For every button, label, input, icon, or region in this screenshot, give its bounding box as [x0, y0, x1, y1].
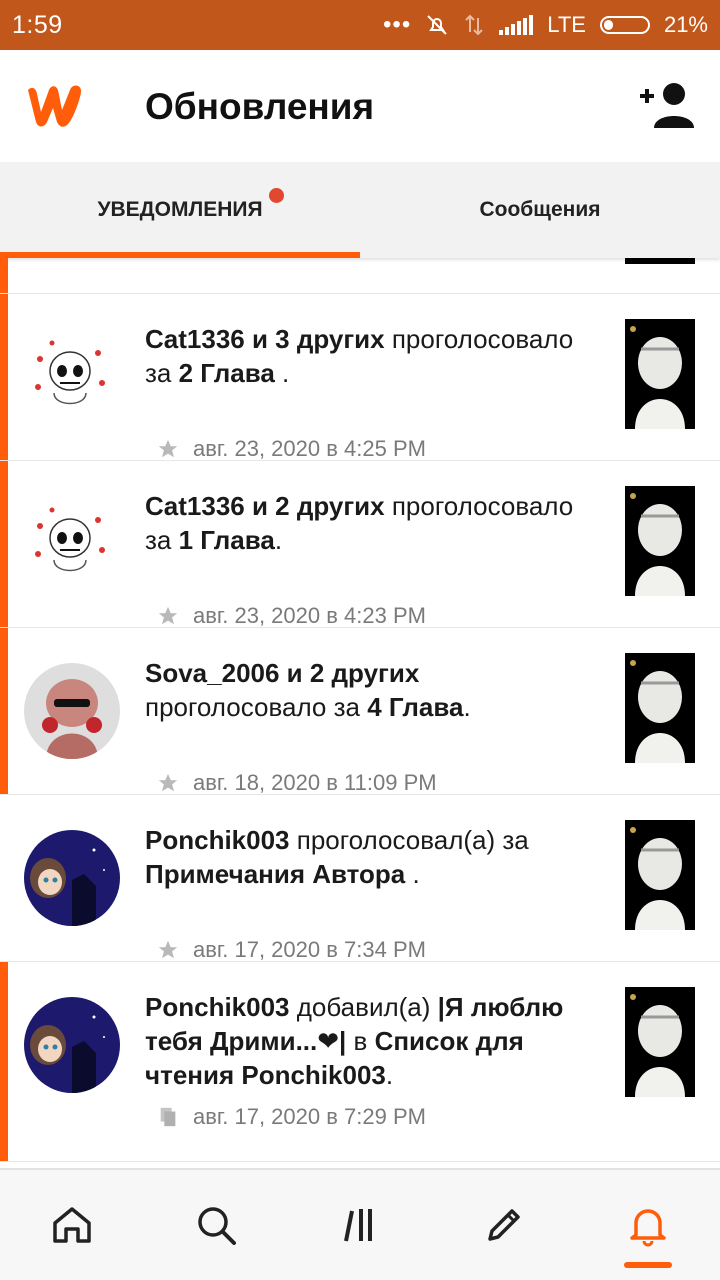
unread-indicator: [0, 628, 8, 794]
notification-meta: авг. 23, 2020 в 4:25 PM: [157, 436, 426, 462]
list-item[interactable]: Ponchik003 добавил(а) |Я люблю тебя Дрим…: [0, 962, 720, 1162]
story-cover[interactable]: [625, 653, 695, 763]
tab-notifications[interactable]: УВЕДОМЛЕНИЯ: [0, 162, 360, 258]
notification-text: Cat1336 и 2 других проголосовало за 1 Гл…: [145, 491, 574, 555]
add-user-icon[interactable]: [638, 80, 698, 130]
tab-label: Сообщения: [479, 198, 601, 221]
network-type: LTE: [547, 12, 586, 37]
battery-percent: 21%: [663, 12, 708, 37]
app-header: Обновления: [0, 50, 720, 162]
avatar[interactable]: [24, 329, 120, 425]
star-icon: [158, 606, 178, 625]
story-cover[interactable]: [625, 820, 695, 930]
notification-text: Cat1336 и 3 других проголосовало за 2 Гл…: [145, 324, 574, 388]
star-icon: [158, 773, 178, 792]
list-item[interactable]: Sova_2006 и 2 других проголосовало за 4 …: [0, 628, 720, 795]
tab-messages[interactable]: Сообщения: [360, 162, 720, 258]
unread-indicator: [0, 461, 8, 627]
unread-dot: [269, 188, 284, 203]
avatar[interactable]: [24, 830, 120, 926]
muted-bell-icon: [427, 15, 447, 35]
bell-icon: [630, 1209, 666, 1247]
nav-write[interactable]: [432, 1170, 576, 1280]
avatar[interactable]: [24, 496, 120, 592]
avatar[interactable]: [24, 997, 120, 1093]
story-cover[interactable]: [625, 486, 695, 596]
notification-time: авг. 23, 2020 в 4:23 PM: [193, 603, 426, 628]
bottom-nav: [0, 1168, 720, 1280]
reading-list-icon: [160, 1107, 176, 1127]
battery-icon: [599, 16, 650, 34]
wattpad-logo-icon[interactable]: [22, 78, 90, 130]
data-arrows-icon: [465, 14, 483, 36]
list-item[interactable]: Cat1336 и 3 других проголосовало за 2 Гл…: [0, 294, 720, 461]
notification-time: авг. 23, 2020 в 4:25 PM: [193, 436, 426, 461]
nav-home[interactable]: [0, 1170, 144, 1280]
notification-time: авг. 17, 2020 в 7:34 PM: [193, 937, 426, 962]
library-icon: [344, 1209, 372, 1242]
status-bar: 1:59 ••• LTE 21%: [0, 0, 720, 50]
nav-notifications[interactable]: [576, 1170, 720, 1280]
notification-list[interactable]: Cat1336 и 3 других проголосовало за 2 Гл…: [0, 258, 720, 1168]
search-icon: [198, 1207, 236, 1245]
story-cover[interactable]: [625, 987, 695, 1097]
notification-text: Sova_2006 и 2 других проголосовало за 4 …: [145, 658, 471, 722]
list-item[interactable]: Ponchik003 проголосовал(а) за Примечания…: [0, 795, 720, 962]
story-cover: [625, 258, 695, 264]
signal-icon: [499, 15, 534, 35]
nav-library[interactable]: [288, 1170, 432, 1280]
pencil-icon: [488, 1209, 520, 1241]
notification-meta: авг. 23, 2020 в 4:23 PM: [157, 603, 426, 629]
notification-text: Ponchik003 добавил(а) |Я люблю тебя Дрим…: [145, 992, 564, 1090]
tab-bar: УВЕДОМЛЕНИЯ Сообщения: [0, 162, 720, 258]
nav-search[interactable]: [144, 1170, 288, 1280]
more-dots-icon: •••: [383, 11, 412, 38]
unread-indicator: [0, 962, 8, 1161]
story-cover[interactable]: [625, 319, 695, 429]
page-title: Обновления: [145, 86, 375, 127]
list-item[interactable]: Cat1336 и 2 других проголосовало за 1 Гл…: [0, 461, 720, 628]
avatar[interactable]: [24, 663, 120, 759]
notification-time: авг. 18, 2020 в 11:09 PM: [193, 770, 437, 795]
home-icon: [53, 1207, 91, 1243]
notification-meta: авг. 17, 2020 в 7:34 PM: [157, 937, 426, 963]
notification-text: Ponchik003 проголосовал(а) за Примечания…: [145, 825, 529, 889]
unread-indicator: [0, 294, 8, 460]
notification-meta: авг. 17, 2020 в 7:29 PM: [157, 1104, 426, 1130]
tab-label: УВЕДОМЛЕНИЯ: [97, 198, 263, 221]
list-item-partial[interactable]: [0, 258, 720, 294]
notification-time: авг. 17, 2020 в 7:29 PM: [193, 1104, 426, 1129]
star-icon: [158, 439, 178, 458]
unread-indicator: [0, 258, 8, 293]
status-time: 1:59: [12, 10, 63, 39]
star-icon: [158, 940, 178, 959]
status-icons: ••• LTE 21%: [383, 11, 708, 39]
notification-meta: авг. 18, 2020 в 11:09 PM: [157, 770, 437, 796]
